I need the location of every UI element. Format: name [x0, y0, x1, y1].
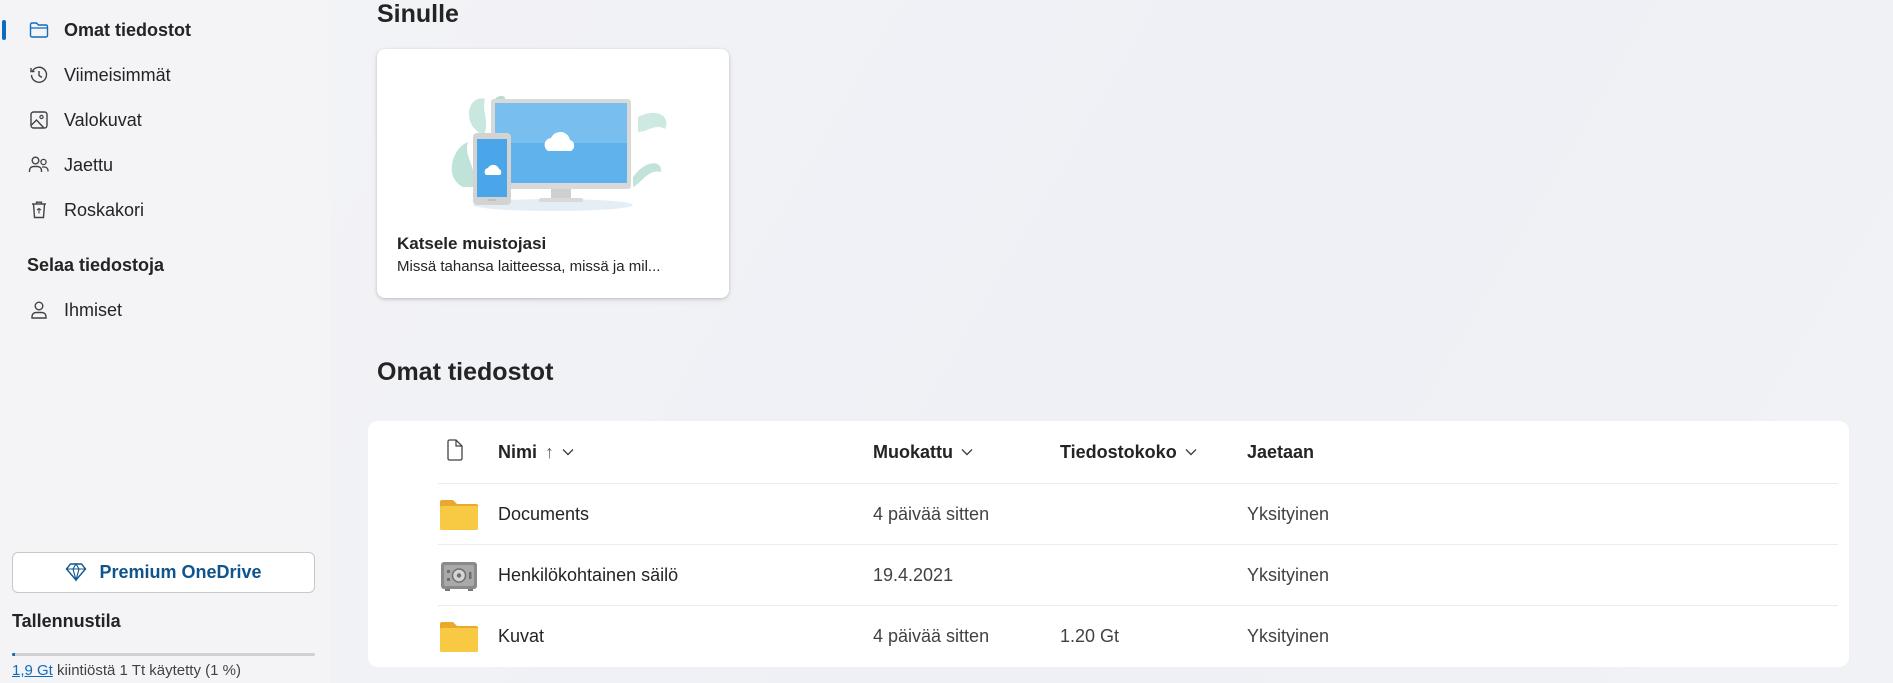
for-you-heading: Sinulle — [377, 0, 459, 28]
name-column-header[interactable]: Nimi ↑ — [498, 421, 574, 483]
file-sharing: Yksityinen — [1247, 626, 1330, 646]
sidebar-item-my-files[interactable]: Omat tiedostot — [0, 10, 320, 50]
vault-icon — [441, 562, 477, 591]
premium-onedrive-label: Premium OneDrive — [99, 562, 262, 582]
name-header-label: Nimi — [498, 441, 538, 462]
folder-icon — [440, 622, 478, 652]
history-icon — [28, 64, 50, 86]
file-name[interactable]: Documents — [498, 484, 589, 545]
storage-text: 1,9 Gt kiintiöstä 1 Tt käytetty (1 %) — [12, 662, 241, 679]
memories-card[interactable]: Katsele muistojasi Missä tahansa laittee… — [377, 49, 729, 298]
file-name[interactable]: Kuvat — [498, 606, 544, 667]
modified-header-label: Muokattu — [873, 441, 953, 462]
sidebar-item-people[interactable]: Ihmiset — [0, 290, 320, 330]
size-column-header[interactable]: Tiedostokoko — [1060, 421, 1197, 483]
file-modified: 4 päivää sitten — [873, 504, 990, 524]
recycle-bin-icon — [28, 199, 50, 221]
sidebar-item-recent[interactable]: Viimeisimmät — [0, 55, 320, 95]
sharing-column-header[interactable]: Jaetaan — [1247, 421, 1314, 483]
sidebar-item-recycle-bin[interactable]: Roskakori — [0, 190, 320, 230]
file-name[interactable]: Henkilökohtainen säilö — [498, 545, 678, 606]
file-sharing: Yksityinen — [1247, 565, 1330, 585]
document-icon — [446, 438, 464, 466]
sidebar-item-label: Ihmiset — [64, 299, 123, 320]
browse-section-title: Selaa tiedostoja — [27, 255, 165, 275]
table-row[interactable]: Documents 4 päivää sitten Yksityinen — [438, 483, 1838, 544]
diamond-icon — [65, 562, 87, 584]
chevron-down-icon — [1185, 448, 1197, 456]
storage-used-suffix: kiintiöstä 1 Tt käytetty (1 %) — [52, 662, 241, 679]
sidebar-item-label: Roskakori — [64, 199, 145, 220]
premium-onedrive-button[interactable]: Premium OneDrive — [12, 552, 315, 593]
my-files-heading: Omat tiedostot — [377, 358, 554, 386]
table-row[interactable]: Henkilökohtainen säilö 19.4.2021 Yksityi… — [438, 544, 1838, 605]
sidebar-item-label: Valokuvat — [64, 109, 142, 130]
file-size: 1.20 Gt — [1060, 626, 1120, 646]
card-title: Katsele muistojasi — [397, 234, 547, 253]
file-modified: 4 päivää sitten — [873, 626, 990, 646]
card-subtitle: Missä tahansa laitteessa, missä ja mil..… — [397, 258, 661, 275]
size-header-label: Tiedostokoko — [1060, 441, 1177, 462]
photo-icon — [28, 109, 50, 131]
file-sharing: Yksityinen — [1247, 504, 1330, 524]
sharing-header-label: Jaetaan — [1247, 441, 1315, 462]
sidebar-item-photos[interactable]: Valokuvat — [0, 100, 320, 140]
person-icon — [28, 299, 50, 321]
sidebar-item-shared[interactable]: Jaettu — [0, 145, 320, 185]
sort-ascending-icon: ↑ — [545, 441, 555, 462]
sidebar-item-label: Jaettu — [64, 154, 114, 175]
files-table: Nimi ↑ Muokattu Tiedostokoko Jaetaan Doc… — [368, 421, 1849, 667]
storage-bar — [12, 653, 315, 656]
storage-used-link[interactable]: 1,9 Gt — [12, 662, 53, 679]
sidebar-item-label: Viimeisimmät — [64, 64, 171, 85]
file-modified: 19.4.2021 — [873, 565, 954, 585]
folder-icon — [28, 19, 50, 41]
chevron-down-icon — [562, 448, 574, 456]
storage-title: Tallennustila — [12, 611, 121, 631]
chevron-down-icon — [961, 448, 973, 456]
people-icon — [28, 154, 50, 176]
file-type-header[interactable] — [446, 421, 464, 483]
modified-column-header[interactable]: Muokattu — [873, 421, 973, 483]
memories-illustration — [451, 96, 667, 211]
sidebar-item-label: Omat tiedostot — [64, 19, 192, 40]
sidebar: Omat tiedostot Viimeisimmät Valokuvat Ja… — [0, 0, 330, 683]
folder-icon — [440, 500, 478, 530]
storage-bar-fill — [12, 653, 16, 656]
table-row[interactable]: Kuvat 4 päivää sitten 1.20 Gt Yksityinen — [438, 605, 1838, 666]
